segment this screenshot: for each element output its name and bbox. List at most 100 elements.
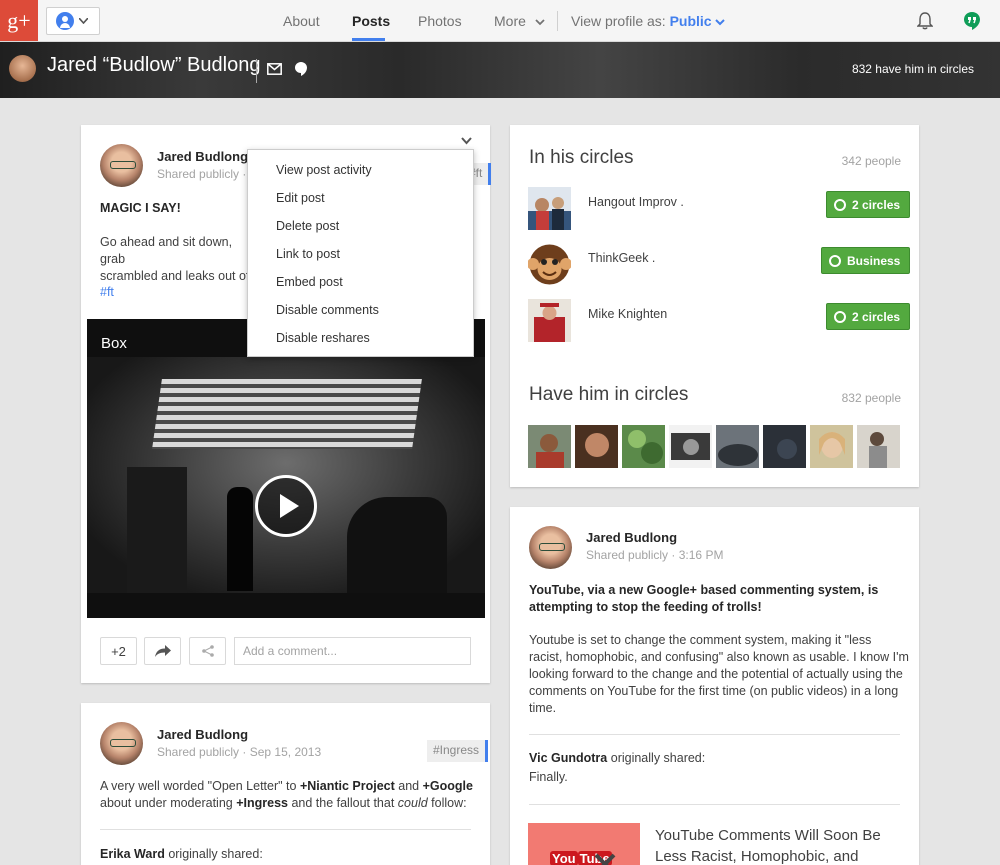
menu-item-view-activity[interactable]: View post activity <box>276 163 372 177</box>
menu-item-link-to-post[interactable]: Link to post <box>276 247 340 261</box>
follower-thumbnail[interactable] <box>669 425 712 468</box>
chevron-down-icon[interactable] <box>461 137 472 145</box>
follower-thumbnail[interactable] <box>716 425 759 468</box>
post-author[interactable]: Jared Budlong <box>157 727 248 742</box>
person-name[interactable]: Mike Knighten <box>588 307 667 321</box>
reshare-suffix: originally shared: <box>164 847 263 861</box>
post-headline: MAGIC I SAY! <box>100 201 181 215</box>
circles-button[interactable]: 2 circles <box>826 191 911 218</box>
post-meta: Shared publicly · Sep 15, 2013 <box>157 745 321 759</box>
person-thumbnail[interactable] <box>528 299 571 342</box>
author-avatar[interactable] <box>529 526 572 569</box>
video-scene-slab <box>152 379 422 449</box>
tab-posts[interactable]: Posts <box>352 0 390 41</box>
follower-thumbnail[interactable] <box>763 425 806 468</box>
link-title[interactable]: YouTube Comments Will Soon Be Less Racis… <box>655 825 895 865</box>
link-thumbnail[interactable]: You Tube <box>528 823 640 865</box>
author-avatar[interactable] <box>100 144 143 187</box>
menu-item-edit-post[interactable]: Edit post <box>276 191 325 205</box>
person-name[interactable]: ThinkGeek . <box>588 251 655 265</box>
reshare-attribution: Vic Gundotra originally shared: <box>529 750 705 767</box>
plus-one-button[interactable]: +2 <box>100 637 137 665</box>
post-tag[interactable]: #Ingress <box>427 740 489 762</box>
circles-button[interactable]: 2 circles <box>826 303 911 330</box>
mention-link[interactable]: +Ingress <box>236 796 288 810</box>
video-embed[interactable]: Box <box>87 319 485 618</box>
mention-link[interactable]: +Google <box>423 779 473 793</box>
mention-link[interactable]: +Niantic Project <box>300 779 395 793</box>
follower-thumbnail[interactable] <box>857 425 900 468</box>
post-meta: Shared publicly · 3:16 PM <box>586 548 723 562</box>
post-date[interactable]: Sep 15, 2013 <box>250 745 321 759</box>
post-text-span: about under moderating <box>100 796 237 810</box>
close-x-icon <box>594 853 616 865</box>
account-switcher-button[interactable] <box>46 7 100 35</box>
menu-item-disable-reshares[interactable]: Disable reshares <box>276 331 370 345</box>
divider <box>529 804 900 805</box>
follower-thumbnail[interactable] <box>622 425 665 468</box>
person-thumbnail[interactable] <box>528 243 571 286</box>
person-name[interactable]: Hangout Improv . <box>588 195 684 209</box>
video-title: Box <box>101 335 127 352</box>
circles-card: In his circles 342 people Hangout Improv… <box>510 125 919 487</box>
chevron-down-icon <box>79 18 88 24</box>
comment-input[interactable]: Add a comment... <box>234 637 471 665</box>
person-thumbnail[interactable] <box>528 187 571 230</box>
reshare-button[interactable] <box>144 637 181 665</box>
profile-avatar[interactable] <box>9 55 36 82</box>
post-headline: YouTube, via a new Google+ based comment… <box>529 582 909 616</box>
reshare-author[interactable]: Vic Gundotra <box>529 751 607 765</box>
google-plus-logo[interactable]: g+ <box>0 0 38 41</box>
post-body-line: looking forward to the change and the po… <box>529 667 903 681</box>
have-in-circles-title[interactable]: Have him in circles <box>529 384 688 406</box>
follower-thumbnail[interactable] <box>528 425 571 468</box>
post-author[interactable]: Jared Budlong <box>157 149 248 164</box>
circles-button[interactable]: Business <box>821 247 911 274</box>
youtube-logo-you: You <box>550 851 578 865</box>
post-body-line: racist, homophobic, and confusing" also … <box>529 650 909 664</box>
view-profile-as[interactable]: View profile as: Public <box>571 0 726 41</box>
chat-bubble-icon[interactable] <box>295 62 307 76</box>
post-visibility[interactable]: Shared publicly <box>157 167 239 181</box>
play-icon[interactable] <box>255 475 317 537</box>
reshare-attribution: Erika Ward originally shared: <box>100 846 263 863</box>
account-icon <box>56 12 74 30</box>
post-body-line: Go ahead and sit down, grab <box>100 235 233 266</box>
follower-thumbnail[interactable] <box>575 425 618 468</box>
in-circles-title[interactable]: In his circles <box>529 147 634 169</box>
circle-ring-icon <box>834 310 846 323</box>
post-text-span: A very well worded "Open Letter" to <box>100 779 300 793</box>
tab-about[interactable]: About <box>283 0 320 41</box>
post-body-line: scrambled and leaks out of <box>100 269 250 283</box>
circles-button-label: Business <box>847 253 901 268</box>
reshare-text: Finally. <box>529 770 568 784</box>
circled-by-count: 832 have him in circles <box>851 62 974 76</box>
tab-more[interactable]: More <box>494 0 545 41</box>
video-scene-pillar <box>127 467 187 593</box>
follower-thumbnail[interactable] <box>810 425 853 468</box>
post-visibility[interactable]: Shared publicly <box>157 745 239 759</box>
profile-cover-bar: Jared “Budlow” Budlong 832 have him in c… <box>0 42 1000 98</box>
mail-icon[interactable] <box>267 63 282 75</box>
circle-ring-icon <box>829 254 841 267</box>
menu-item-disable-comments[interactable]: Disable comments <box>276 303 379 317</box>
post-hashtag[interactable]: #ft <box>100 284 114 301</box>
video-scene-figure <box>227 487 253 591</box>
share-button[interactable] <box>189 637 226 665</box>
reshare-author[interactable]: Erika Ward <box>100 847 165 861</box>
post-author[interactable]: Jared Budlong <box>586 530 677 545</box>
active-tab-indicator <box>352 38 385 41</box>
view-profile-label: View profile as: <box>571 13 666 29</box>
tab-photos[interactable]: Photos <box>418 0 462 41</box>
post-headline-line: attempting to stop the feeding of trolls… <box>529 600 762 614</box>
post-visibility[interactable]: Shared publicly <box>586 548 668 562</box>
author-avatar[interactable] <box>100 722 143 765</box>
notifications-bell-icon[interactable] <box>917 12 933 30</box>
divider <box>529 734 900 735</box>
post-text-span: and <box>394 779 423 793</box>
menu-item-delete-post[interactable]: Delete post <box>276 219 339 233</box>
hangouts-icon[interactable] <box>963 11 981 31</box>
post-time[interactable]: 3:16 PM <box>679 548 724 562</box>
menu-item-embed-post[interactable]: Embed post <box>276 275 343 289</box>
reshare-suffix: originally shared: <box>607 751 706 765</box>
